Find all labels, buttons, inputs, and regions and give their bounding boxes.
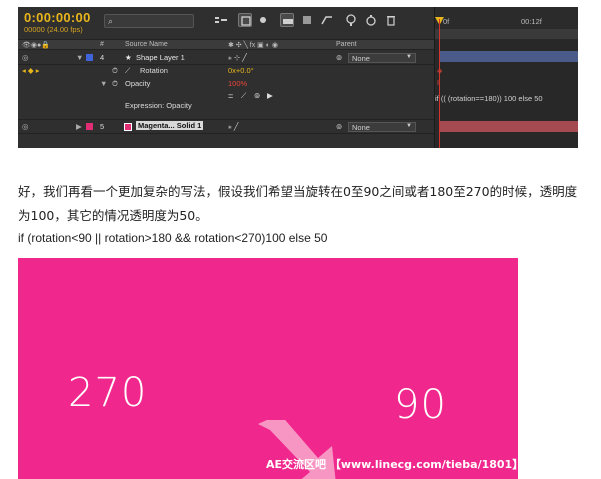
stopwatch-icon[interactable] [364, 13, 378, 27]
ruler-tick-12: 00:12f [521, 17, 542, 26]
expression-row: = ⟋ ⊚ ▶ Expression: Opacity [18, 91, 434, 119]
article-paragraph: 好，我们再看一个更加复杂的写法，假设我们希望当旋转在0至90之间或者180至27… [18, 184, 578, 223]
graph-editor-icon[interactable] [320, 13, 334, 27]
expression-menu-icon[interactable]: ▶ [267, 91, 273, 100]
search-icon: ⌕ [108, 16, 114, 26]
hide-shy-layers-icon[interactable] [256, 13, 270, 27]
layer-search-input[interactable]: ⌕ [104, 14, 194, 28]
solid-layer-duration-bar[interactable] [439, 121, 578, 132]
layer-label-color[interactable] [86, 54, 93, 61]
work-area-bar[interactable] [435, 29, 578, 39]
expression-enable-icon[interactable]: = [228, 91, 233, 101]
time-ruler[interactable]: 0f 00:12f [435, 7, 578, 29]
timecode-display[interactable]: 0:00:00:00 [24, 10, 91, 25]
layer-switches[interactable]: ⁎ ╱ [228, 122, 238, 131]
parent-pickwhip-icon[interactable]: ⊚ [336, 122, 342, 131]
brainstorm-icon[interactable] [344, 13, 358, 27]
expression-code-line: if (rotation<90 || rotation>180 && rotat… [18, 231, 328, 245]
switch-icons: 👁◉●🔒 [22, 42, 50, 49]
collapse-triangle-icon[interactable]: ▶ [76, 122, 82, 131]
layer-name[interactable]: Magenta... Solid 1 [136, 121, 204, 130]
layer-index: 4 [100, 53, 105, 62]
ruler-tick-0: 0f [443, 17, 450, 26]
parent-pickwhip-icon[interactable]: ⊚ [336, 53, 342, 62]
opacity-property-row[interactable]: ▼ ⏱ Opacity 100% [18, 78, 434, 90]
label-270: 270 [68, 370, 148, 416]
shape-layer-star-icon: ★ [125, 53, 132, 62]
composition-mini-flowchart-icon[interactable] [214, 13, 228, 27]
parent-header[interactable]: Parent [336, 41, 357, 48]
layer-label-color[interactable] [86, 123, 93, 130]
parent-dropdown[interactable]: None ▼ [348, 122, 416, 132]
parent-dropdown[interactable]: None ▼ [348, 53, 416, 63]
graph-icon[interactable]: ⟋ [125, 66, 130, 76]
solid-color-swatch [124, 123, 132, 131]
property-label: Opacity [125, 79, 151, 88]
layer-row[interactable]: ◎ ▼ 4 ★ Shape Layer 1 ⁎ ⊹ ╱ ⊚ None ▼ [18, 52, 434, 64]
stopwatch-icon[interactable]: ⏱ [112, 66, 118, 76]
visibility-eye-icon[interactable]: ◎ [22, 53, 29, 62]
shape-layer-duration-bar[interactable] [439, 51, 578, 62]
motion-blur-icon[interactable] [300, 13, 314, 27]
column-header-row: 👁◉●🔒 # Source Name ✱ ✣ ╲ fx ▣ ◐ ◉ Parent [18, 39, 434, 50]
visibility-eye-icon[interactable]: ◎ [22, 122, 29, 131]
switches-header-icons: ✱ ✣ ╲ fx ▣ ◐ ◉ [228, 42, 279, 49]
label-icon: # [100, 41, 104, 48]
expression-graph-icon[interactable]: ⟋ [241, 91, 246, 101]
current-time-indicator[interactable] [439, 19, 440, 148]
chevron-down-icon: ▼ [406, 54, 412, 60]
expression-pickwhip-icon[interactable]: ⊚ [254, 91, 260, 100]
layer-row[interactable]: ◎ ▶ 5 Magenta... Solid 1 ⁎ ╱ ⊚ None ▼ [18, 121, 434, 133]
property-label: Rotation [140, 66, 168, 75]
chevron-down-icon: ▼ [406, 123, 412, 129]
expression-label: Expression: Opacity [125, 101, 192, 110]
watermark-text: AE交流区吧 【www.linecg.com/tieba/1801】 [266, 458, 518, 471]
frame-blending-icon[interactable] [280, 13, 294, 27]
expand-triangle-icon[interactable]: ▼ [100, 79, 107, 88]
layer-switches[interactable]: ⁎ ⊹ ╱ [228, 53, 247, 62]
layer-name[interactable]: Shape Layer 1 [136, 53, 185, 62]
ae-timeline-panel: 0:00:00:00 00000 (24.00 fps) ⌕ 👁◉●🔒 # So… [18, 7, 578, 148]
source-name-header[interactable]: Source Name [125, 41, 168, 48]
keyframe-navigator-icon[interactable]: ◂ ◆ ▸ [22, 66, 39, 75]
timeline-area[interactable]: 0f 00:12f ◈ I if (( (rotation==180)) 100… [434, 7, 578, 148]
label-90: 90 [394, 382, 447, 428]
expand-triangle-icon[interactable]: ▼ [76, 53, 83, 62]
expression-text-field[interactable]: if (( (rotation==180)) 100 else 50 [435, 94, 543, 103]
layer-index: 5 [100, 122, 105, 131]
rotation-property-row[interactable]: ◂ ◆ ▸ ⏱ ⟋ Rotation 0x+0.0° [18, 65, 434, 77]
fps-info: 00000 (24.00 fps) [24, 25, 83, 34]
rotation-value[interactable]: 0x+0.0° [228, 66, 254, 75]
trash-icon[interactable] [384, 13, 398, 27]
demo-image: 270 90 AE交流区吧 【www.linecg.com/tieba/1801… [18, 258, 518, 479]
stopwatch-icon[interactable]: ⏱ [112, 79, 118, 89]
draft-3d-icon[interactable] [238, 13, 252, 27]
layer-outline-area: 0:00:00:00 00000 (24.00 fps) ⌕ 👁◉●🔒 # So… [18, 7, 434, 148]
opacity-value[interactable]: 100% [228, 79, 247, 88]
